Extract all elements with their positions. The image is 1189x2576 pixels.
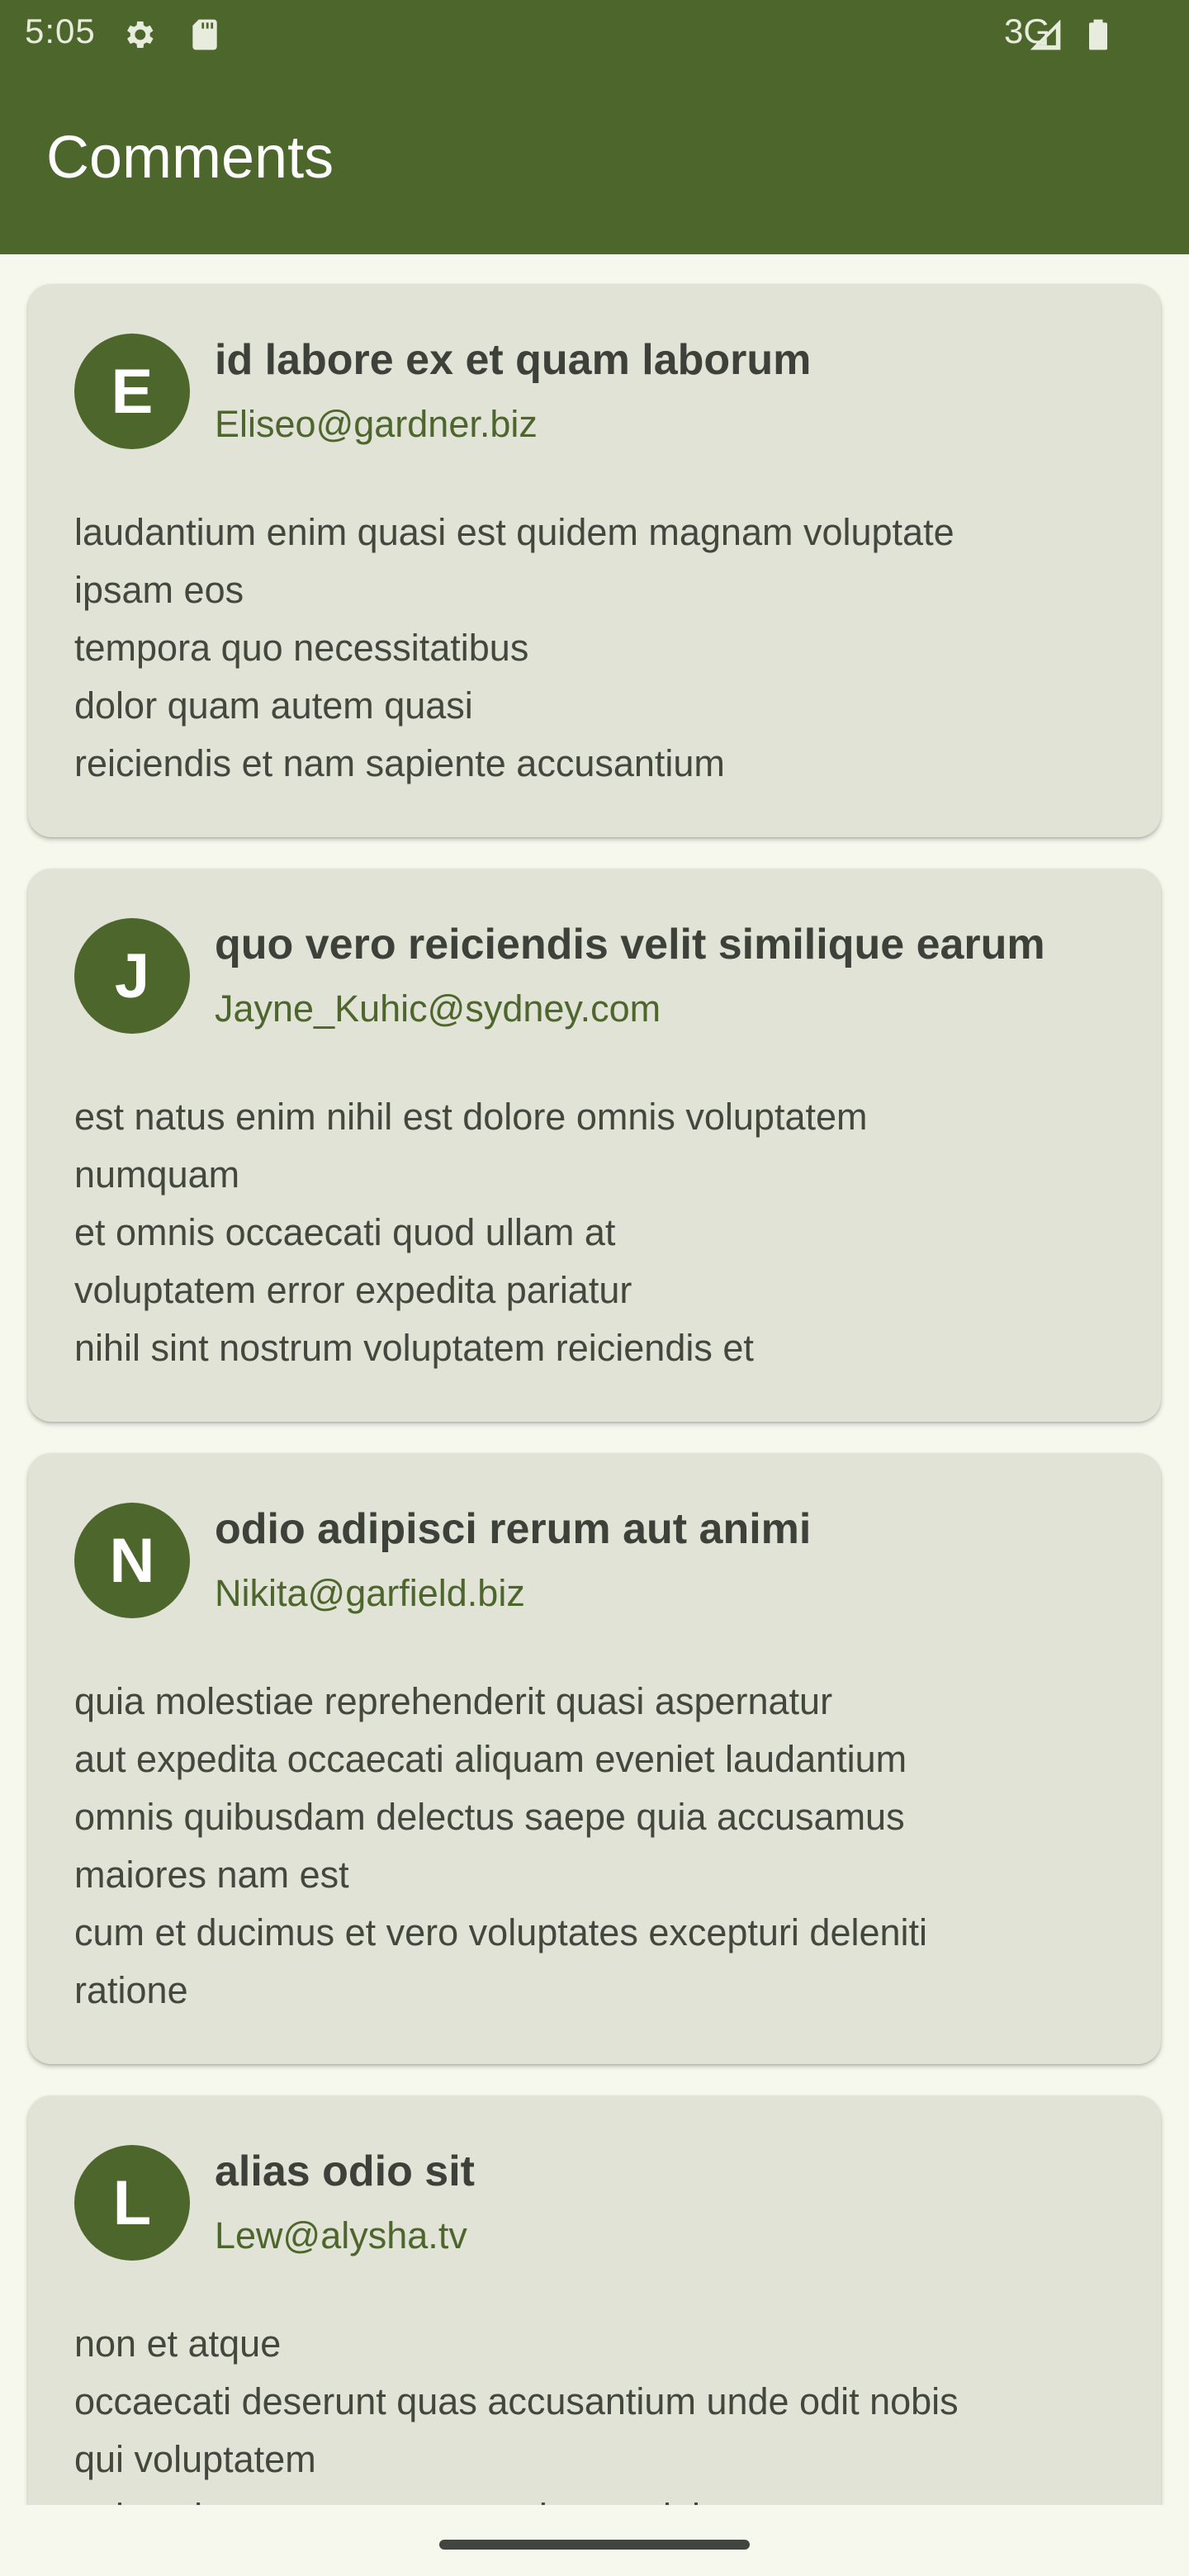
comment-body-line: tempora quo necessitatibus — [74, 627, 529, 669]
comment-body-line: maiores nam est — [74, 1854, 349, 1896]
comment-title: quo vero reiciendis velit similique earu… — [215, 921, 1045, 968]
avatar: N — [74, 1503, 190, 1618]
comments-list[interactable]: E id labore ex et quam laborum Eliseo@ga… — [0, 254, 1189, 2505]
comment-body-line: quia voluptas consequuntur itaque dolor — [74, 2488, 1131, 2505]
comment-body: quia molestiae reprehenderit quasi asper… — [74, 1673, 1131, 2020]
comment-body-line: nihil sint nostrum voluptatem reiciendis… — [74, 1327, 754, 1369]
comment-body-line: reiciendis et nam sapiente accusantium — [74, 742, 725, 784]
comment-email: Lew@alysha.tv — [215, 2214, 467, 2256]
comment-body-line: cum et ducimus et vero voluptates except… — [74, 1911, 928, 1953]
comment-title: alias odio sit — [215, 2147, 475, 2195]
home-handle[interactable] — [439, 2540, 750, 2550]
status-bar: 5:05 3G — [0, 0, 1189, 69]
comment-card[interactable]: N odio adipisci rerum aut animi Nikita@g… — [28, 1453, 1161, 2064]
comment-body-line: numquam — [74, 1153, 240, 1196]
top-app-bar: 5:05 3G Comments — [0, 0, 1189, 254]
comment-card[interactable]: J quo vero reiciendis velit similique ea… — [28, 869, 1161, 1422]
gesture-navigation-bar — [0, 2505, 1189, 2576]
comment-email: Eliseo@gardner.biz — [215, 403, 538, 445]
page-title: Comments — [46, 125, 334, 191]
status-time: 5:05 — [25, 12, 96, 50]
comment-body-line: est natus enim nihil est dolore omnis vo… — [74, 1096, 868, 1138]
comment-body-line: quia molestiae reprehenderit quasi asper… — [74, 1680, 833, 1722]
comment-body-line: aut expedita occaecati aliquam eveniet l… — [74, 1738, 907, 1780]
comment-body: non et atque occaecati deserunt quas acc… — [74, 2315, 1131, 2505]
comment-body-line: et omnis occaecati quod ullam at — [74, 1211, 616, 1253]
comment-body-line: dolor quam autem quasi — [74, 684, 473, 727]
comment-body-line: non et atque — [74, 2323, 282, 2365]
comment-body-line: omnis quibusdam delectus saepe quia accu… — [74, 1796, 905, 1838]
gear-icon — [121, 17, 157, 53]
avatar: L — [74, 2145, 190, 2261]
comment-card[interactable]: E id labore ex et quam laborum Eliseo@ga… — [28, 284, 1161, 837]
comment-email: Nikita@garfield.biz — [215, 1572, 525, 1614]
comment-body: laudantium enim quasi est quidem magnam … — [74, 504, 1131, 793]
comment-title: id labore ex et quam laborum — [215, 336, 812, 384]
battery-icon — [1080, 17, 1116, 53]
sd-card-icon — [187, 17, 223, 53]
comment-body-line: qui voluptatem — [74, 2438, 316, 2480]
comment-card[interactable]: L alias odio sit Lew@alysha.tv non et at… — [28, 2095, 1161, 2505]
comment-body: est natus enim nihil est dolore omnis vo… — [74, 1088, 1131, 1377]
comment-body-line: voluptatem error expedita pariatur — [74, 1269, 632, 1311]
avatar: E — [74, 334, 190, 449]
avatar: J — [74, 918, 190, 1034]
comment-title: odio adipisci rerum aut animi — [215, 1505, 812, 1553]
comment-body-line: ipsam eos — [74, 569, 244, 611]
comment-body-line: occaecati deserunt quas accusantium unde… — [74, 2380, 959, 2422]
comment-email: Jayne_Kuhic@sydney.com — [215, 987, 661, 1030]
signal-icon — [1027, 17, 1063, 53]
comment-body-line: laudantium enim quasi est quidem magnam … — [74, 511, 955, 553]
comment-body-line: ratione — [74, 1969, 188, 2011]
